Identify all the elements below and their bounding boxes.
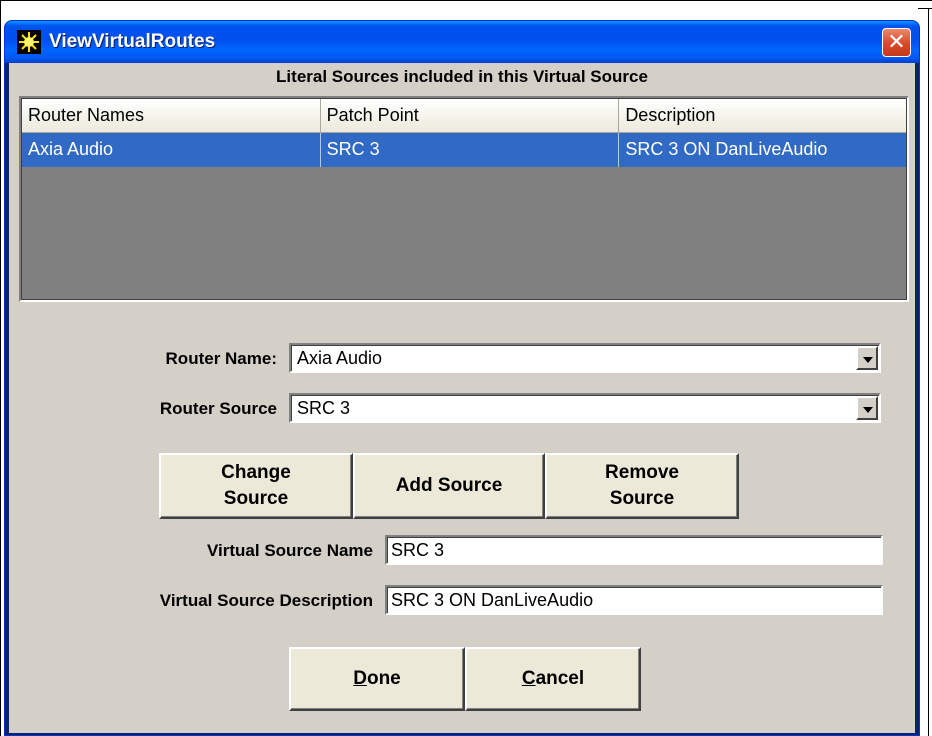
done-label: Done [353,668,401,690]
remove-source-button[interactable]: Remove Source [545,453,739,519]
column-header-patch-point[interactable]: Patch Point [320,99,620,133]
frame-divider [928,8,929,736]
router-source-select[interactable]: SRC 3 [289,393,881,423]
change-source-button[interactable]: Change Source [159,453,353,519]
column-header-router-names[interactable]: Router Names [22,99,321,133]
router-source-value: SRC 3 [297,398,351,418]
router-source-dropdown-button[interactable] [856,396,878,420]
router-name-label: Router Name: [165,349,277,368]
grid-viewport: Router Names Patch Point Description Axi… [21,98,907,300]
router-name-dropdown-button[interactable] [856,346,878,370]
table-row[interactable]: Axia Audio SRC 3 SRC 3 ON DanLiveAudio [22,133,906,167]
cancel-button[interactable]: Cancel [465,647,641,711]
close-icon: ✕ [887,29,906,54]
grid-header: Router Names Patch Point Description [22,99,907,133]
cell-description: SRC 3 ON DanLiveAudio [625,139,828,159]
sources-grid[interactable]: Router Names Patch Point Description Axi… [19,96,909,302]
close-button[interactable]: ✕ [882,28,911,57]
add-source-button[interactable]: Add Source [353,453,545,519]
cell-router-name: Axia Audio [22,133,321,167]
virtual-source-name-label: Virtual Source Name [207,541,373,560]
dialog-body: Literal Sources included in this Virtual… [9,63,915,733]
router-source-label: Router Source [159,399,277,418]
chevron-down-icon [863,407,873,413]
sources-group-title: Literal Sources included in this Virtual… [276,67,648,86]
done-button[interactable]: Done [289,647,465,711]
chevron-down-icon [863,357,873,363]
router-name-value: Axia Audio [297,348,383,368]
router-name-select[interactable]: Axia Audio [289,343,881,373]
frame-tick [918,8,932,9]
cancel-label: Cancel [521,668,585,690]
cell-patch-point: SRC 3 [321,133,620,167]
column-header-description[interactable]: Description [619,99,907,133]
virtual-source-description-field[interactable]: SRC 3 ON DanLiveAudio [385,585,883,615]
virtual-source-name-field[interactable]: SRC 3 [385,535,883,565]
title-bar[interactable]: ViewVirtualRoutes ✕ [5,21,919,63]
sunburst-icon [17,30,41,54]
dialog-window: ViewVirtualRoutes ✕ Literal Sources incl… [4,20,920,736]
window-title: ViewVirtualRoutes [49,31,216,52]
virtual-source-description-label: Virtual Source Description [159,591,373,610]
